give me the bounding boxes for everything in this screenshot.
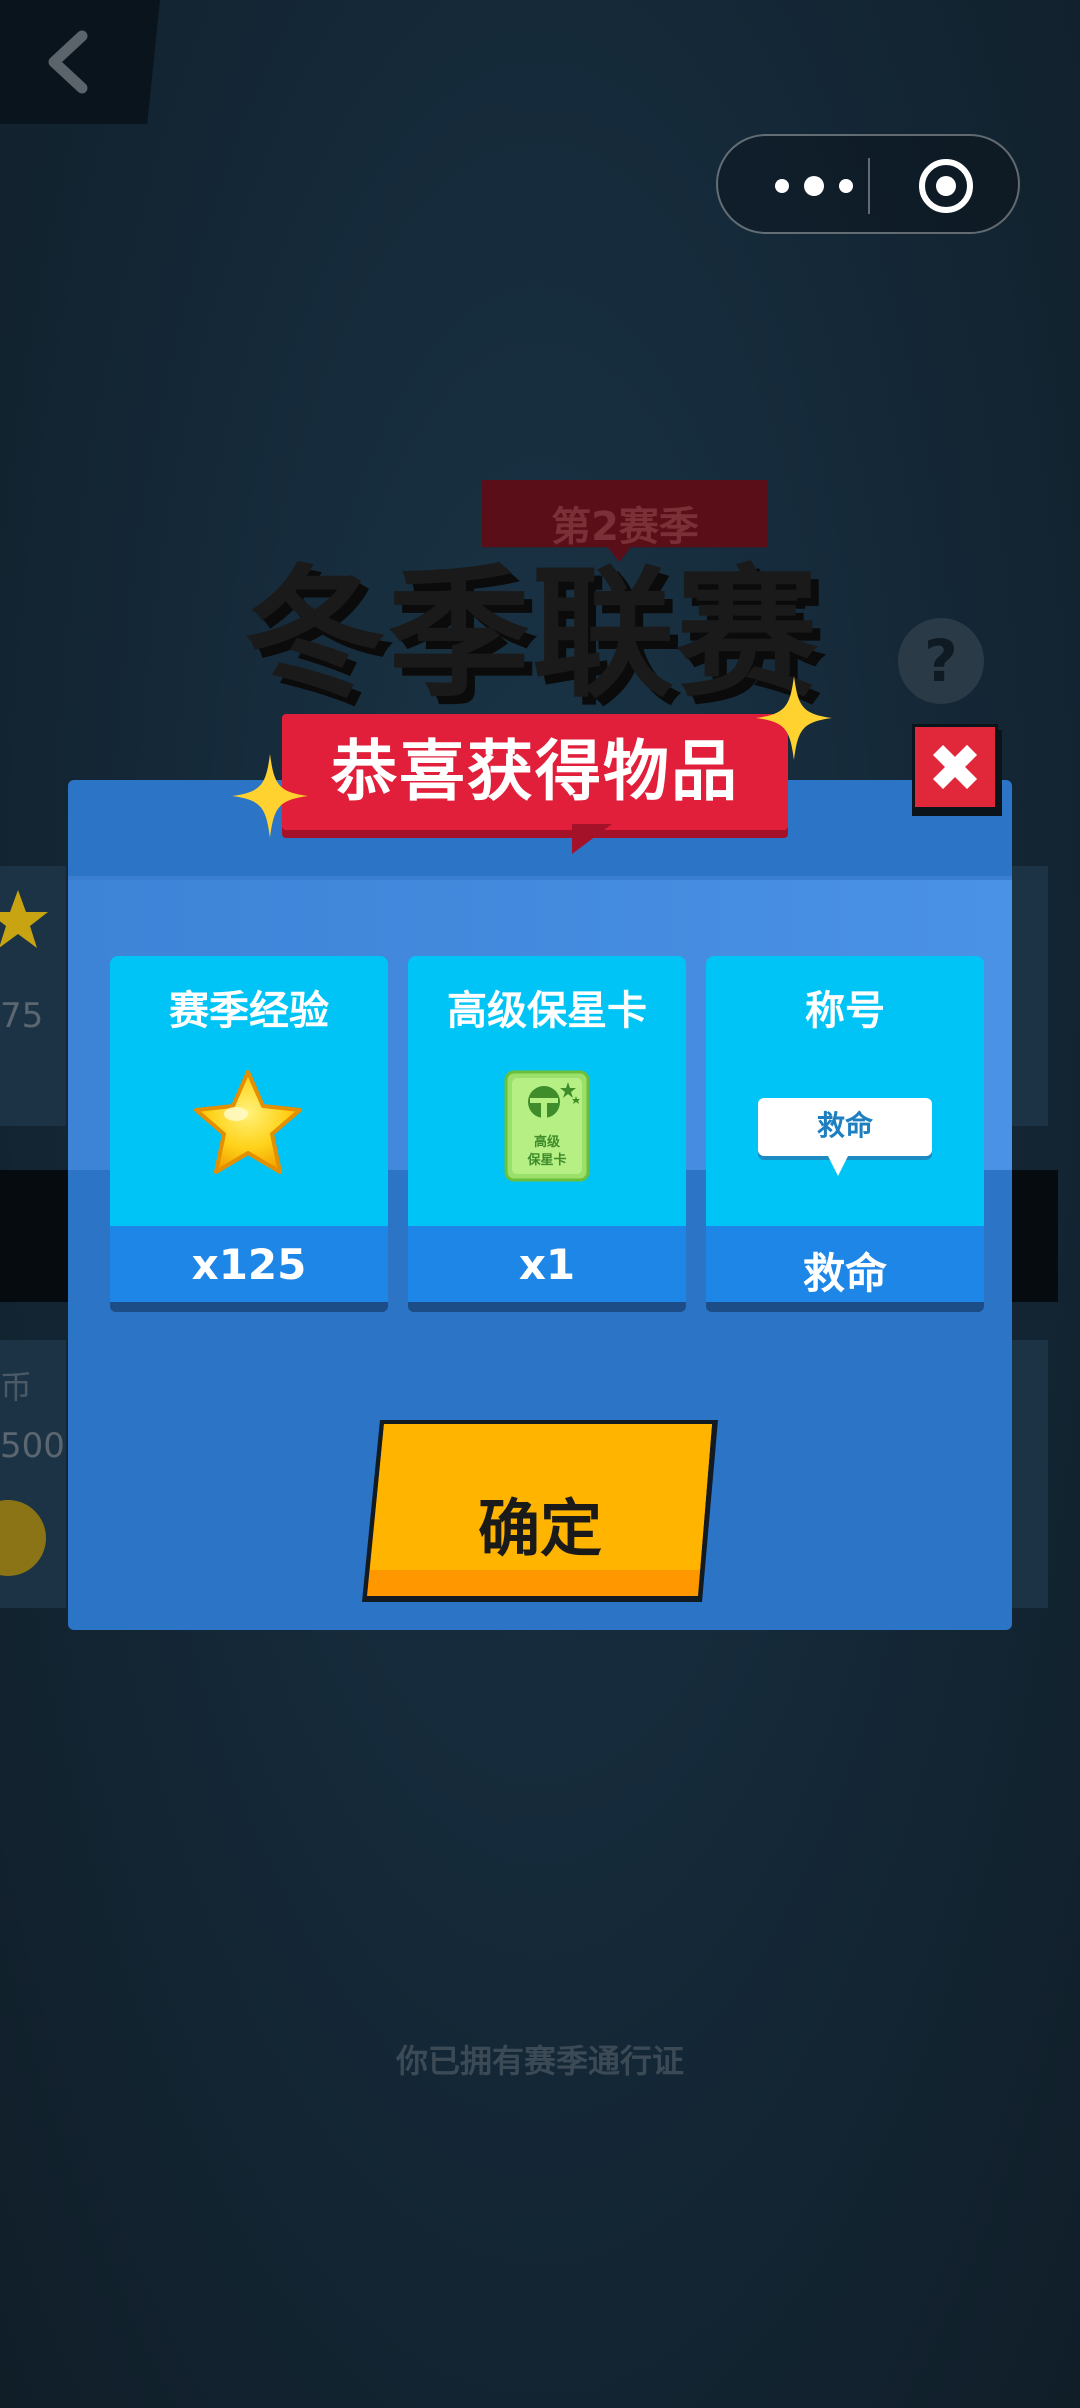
star-icon: [0, 890, 48, 948]
card-value: x125: [191, 1240, 307, 1289]
close-button-face: ✖: [912, 724, 998, 810]
target-close-icon[interactable]: [918, 158, 974, 214]
back-button[interactable]: [0, 0, 160, 124]
modal-title-ribbon: 恭喜获得物品: [282, 714, 788, 864]
pass-status-text: 你已拥有赛季通行证: [395, 2042, 684, 2080]
confirm-button[interactable]: 确定: [362, 1420, 718, 1602]
capsule-divider: [868, 158, 870, 214]
reward-card-title: 称号 救命 救命: [706, 956, 984, 1312]
sparkle-icon: [232, 754, 308, 838]
card-shade: [408, 1302, 686, 1312]
more-dots-icon[interactable]: [762, 168, 866, 204]
ribbon-tail: [572, 824, 612, 854]
right-side-card: [1012, 866, 1048, 1126]
reward-card-star-protect: 高级保星卡 高级 保星卡 x1: [408, 956, 686, 1312]
card-shade: [706, 1302, 984, 1312]
card-title: 高级保星卡: [447, 988, 647, 1034]
left-side-card: 75: [0, 866, 66, 1126]
card-title: 称号: [805, 988, 885, 1034]
card-value: x1: [518, 1240, 576, 1289]
season-label: 第2赛季: [551, 504, 699, 550]
star-protect-card-icon: 高级 保星卡: [504, 1070, 590, 1182]
modal-title: 恭喜获得物品: [331, 733, 739, 810]
right-side-bar: [1012, 1170, 1058, 1302]
card-value: 救命: [802, 1249, 887, 1298]
left-side-card-2: 币 500: [0, 1340, 66, 1608]
confirm-label: 确定: [477, 1492, 602, 1565]
card-title: 赛季经验: [169, 988, 329, 1034]
close-button[interactable]: ✖: [908, 720, 1004, 816]
coin-icon: [0, 1500, 46, 1576]
svg-text:保星卡: 保星卡: [526, 1152, 566, 1168]
chevron-left-icon: [48, 30, 88, 94]
close-icon: ✖: [927, 730, 983, 807]
svg-text:高级: 高级: [534, 1134, 561, 1150]
right-side-card-2: [1012, 1340, 1048, 1608]
card-shade: [110, 1302, 388, 1312]
help-button[interactable]: ?: [898, 618, 984, 704]
mini-program-capsule: [716, 134, 1020, 234]
left-side-bar: [0, 1170, 70, 1302]
left-partial-label: 币: [0, 1368, 33, 1406]
left-partial-value: 75: [0, 996, 44, 1036]
left-partial-value-2: 500: [0, 1426, 65, 1466]
reward-card-season-exp: 赛季经验 x125: [110, 956, 388, 1312]
bubble-text: 救命: [816, 1109, 873, 1142]
star-icon: [194, 1070, 302, 1174]
sparkle-icon: [756, 676, 832, 760]
